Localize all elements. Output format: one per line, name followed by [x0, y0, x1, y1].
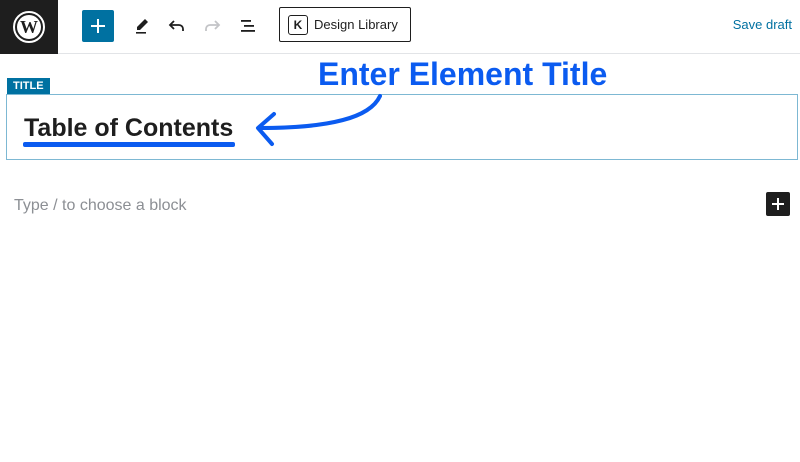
- redo-icon: [205, 20, 221, 31]
- annotation-callout: Enter Element Title: [318, 56, 608, 92]
- undo-icon: [168, 20, 184, 31]
- design-library-button[interactable]: K Design Library: [279, 7, 411, 42]
- pencil-icon: [136, 19, 148, 34]
- tools-button[interactable]: [126, 10, 158, 42]
- list-view-button[interactable]: [232, 10, 264, 42]
- annotation-arrow-icon: [256, 94, 382, 146]
- annotation-underline: [23, 142, 235, 147]
- add-block-button[interactable]: [82, 10, 114, 42]
- list-view-icon: [241, 20, 255, 32]
- title-badge: TITLE: [7, 78, 50, 94]
- wordpress-logo-icon[interactable]: W: [0, 0, 58, 54]
- design-library-label: Design Library: [314, 17, 398, 32]
- editor-header: W K Design Library Save draft: [0, 0, 800, 54]
- save-draft-button[interactable]: Save draft: [733, 17, 792, 32]
- block-inserter-button[interactable]: [766, 192, 790, 216]
- undo-button[interactable]: [161, 10, 193, 42]
- kadence-icon: K: [288, 14, 308, 35]
- post-title[interactable]: Table of Contents: [24, 114, 233, 143]
- plus-icon: [91, 19, 105, 33]
- redo-button[interactable]: [196, 10, 228, 42]
- svg-text:W: W: [20, 17, 38, 37]
- plus-icon: [772, 198, 784, 210]
- block-placeholder[interactable]: Type / to choose a block: [14, 197, 187, 215]
